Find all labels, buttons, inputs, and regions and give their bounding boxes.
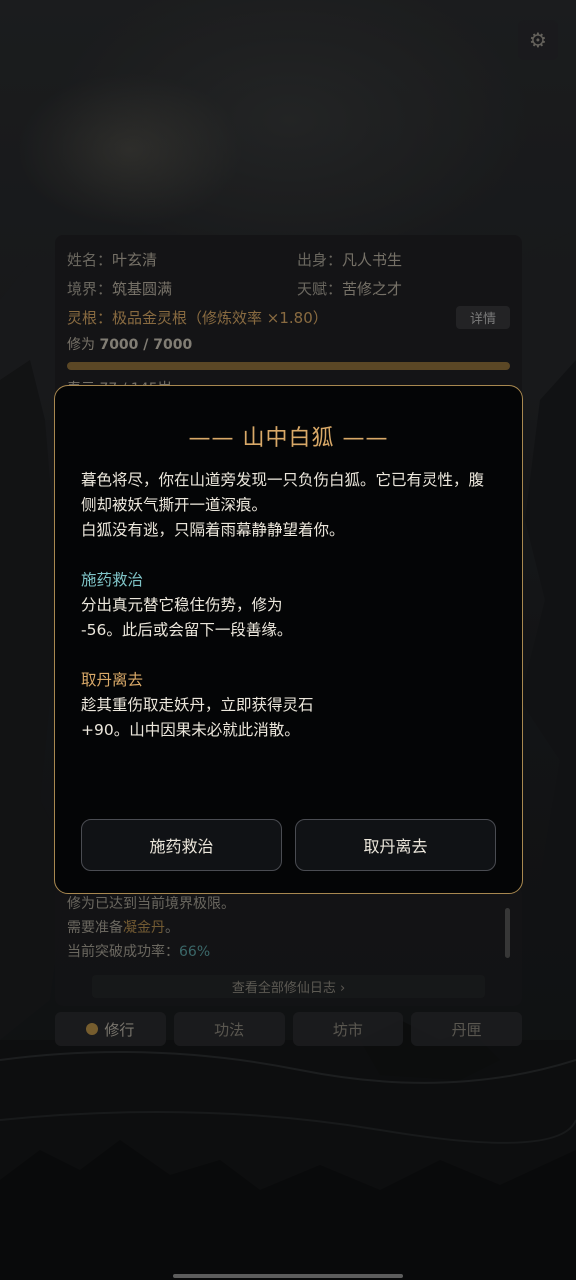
event-title: —— 山中白狐 —— [188,426,389,451]
event-body: 暮色将尽，你在山道旁发现一只负伤白狐。它已有灵性，腹侧却被妖气撕开一道深痕。 白… [81,468,496,743]
event-dialog: —— 山中白狐 —— 暮色将尽，你在山道旁发现一只负伤白狐。它已有灵性，腹侧却被… [54,385,523,894]
heal-fox-button[interactable]: 施药救治 [81,819,282,871]
option-1-title: 施药救治 [81,571,144,589]
option-1-desc-line-2: -56。此后或会留下一段善缘。 [81,621,293,639]
option-2-desc-line-2: +90。山中因果未必就此消散。 [81,721,300,739]
option-2-title: 取丹离去 [81,671,144,689]
event-intro-1: 暮色将尽，你在山道旁发现一只负伤白狐。它已有灵性，腹侧却被妖气撕开一道深痕。 [81,471,485,514]
event-intro-2: 白狐没有逃，只隔着雨幕静静望着你。 [81,521,345,539]
option-1-desc-line-1: 分出真元替它稳住伤势，修为 [81,596,283,614]
event-choice-buttons: 施药救治 取丹离去 [81,819,496,871]
option-2-desc-line-1: 趁其重伤取走妖丹，立即获得灵石 [81,696,314,714]
take-core-button[interactable]: 取丹离去 [295,819,496,871]
